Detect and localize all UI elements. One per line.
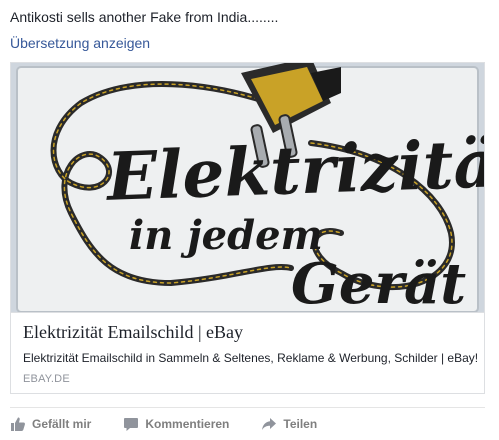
action-bar: Gefällt mir Kommentieren Teilen xyxy=(10,414,349,434)
translate-link[interactable]: Übersetzung anzeigen xyxy=(10,34,150,52)
card-domain: EBAY.DE xyxy=(23,373,70,385)
share-label: Teilen xyxy=(283,417,318,431)
comment-button[interactable]: Kommentieren xyxy=(123,416,229,432)
like-button[interactable]: Gefällt mir xyxy=(10,416,91,432)
comment-label: Kommentieren xyxy=(145,417,230,431)
sign-word-1: Elektrizität xyxy=(104,123,484,216)
action-divider xyxy=(10,407,485,408)
link-preview-card[interactable]: Elektrizität in jedem Gerät Elektrizität… xyxy=(10,62,485,394)
sign-word-3: Gerät xyxy=(291,251,466,312)
like-label: Gefällt mir xyxy=(32,417,92,431)
thumbs-up-icon xyxy=(10,416,26,432)
card-body[interactable]: Elektrizität Emailschild | eBay Elektriz… xyxy=(11,312,484,393)
share-icon xyxy=(261,416,277,432)
comment-icon xyxy=(123,416,139,432)
share-button[interactable]: Teilen xyxy=(261,416,317,432)
emailschild-image[interactable]: Elektrizität in jedem Gerät xyxy=(11,63,484,312)
card-description: Elektrizität Emailschild in Sammeln & Se… xyxy=(23,351,479,365)
card-title[interactable]: Elektrizität Emailschild | eBay xyxy=(23,321,243,343)
post-text: Antikosti sells another Fake from India.… xyxy=(10,9,279,25)
